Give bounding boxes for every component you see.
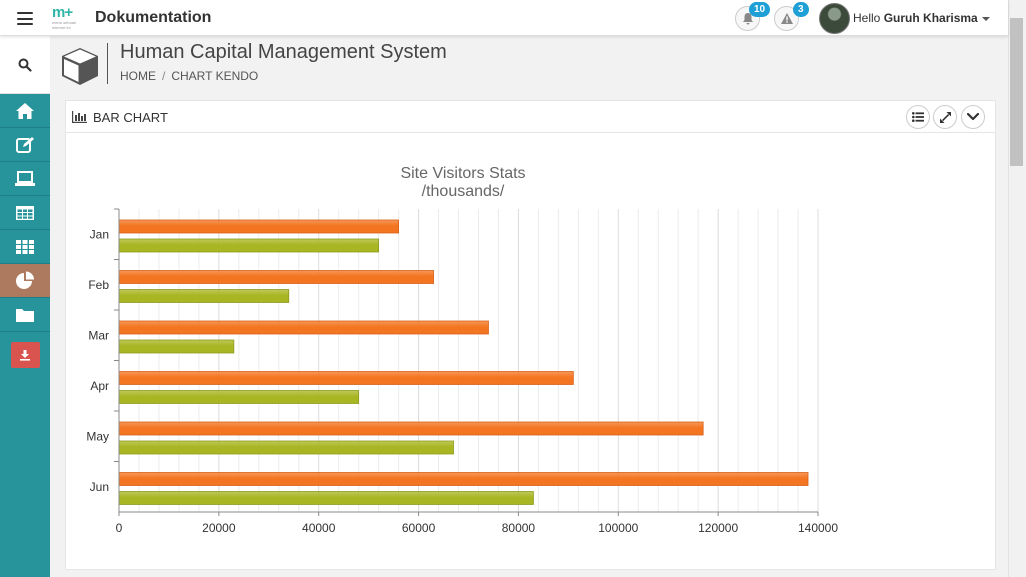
user-name: Guruh Kharisma: [883, 11, 978, 25]
grid-icon: [16, 239, 34, 254]
page-header: Human Capital Management System HOME / CHA…: [50, 36, 1008, 98]
bar-feb-series-2[interactable]: [118, 289, 290, 303]
chart-grid: [138, 209, 819, 512]
sidebar-item-files[interactable]: [0, 298, 50, 332]
bar-feb-series-1[interactable]: [118, 270, 434, 284]
cube-icon: [62, 48, 98, 85]
top-navbar: m+ menu sebuah internet ini Dokumentatio…: [0, 0, 1008, 36]
sidebar-item-download[interactable]: [0, 332, 50, 378]
bar-may-series-2[interactable]: [118, 440, 454, 455]
breadcrumb: HOME / CHART KENDO: [120, 69, 258, 83]
x-tick-label: 120000: [698, 521, 738, 535]
sidebar-item-home[interactable]: [0, 94, 50, 128]
sidebar-item-edit[interactable]: [0, 128, 50, 162]
category-label: Apr: [90, 379, 109, 393]
panel-list-button[interactable]: [906, 105, 930, 129]
category-label: Jun: [90, 480, 109, 494]
alerts-button[interactable]: 3: [774, 2, 809, 31]
page-title: Human Capital Management System: [120, 41, 447, 63]
avatar: [819, 3, 850, 34]
x-tick-label: 60000: [402, 521, 436, 535]
app-title: Dokumentation: [95, 9, 212, 26]
bar-apr-series-2[interactable]: [118, 390, 360, 404]
category-label: Mar: [88, 328, 109, 342]
bar-chart: Site Visitors Stats /thousands/ Jan Feb Ma…: [86, 165, 838, 535]
chevron-down-icon: [967, 113, 979, 121]
download-icon: [20, 350, 30, 361]
bar-apr-series-1[interactable]: [118, 371, 574, 385]
logo-mark: m+: [52, 4, 73, 21]
bar-jun-series-1[interactable]: [118, 472, 809, 486]
category-label: Jan: [90, 227, 109, 241]
sidebar-item-charts[interactable]: [0, 264, 50, 298]
panel-title: BAR CHART: [93, 110, 168, 125]
panel-header: BAR CHART: [66, 101, 995, 133]
bar-jan-series-1[interactable]: [118, 219, 400, 234]
panel-collapse-button[interactable]: [961, 105, 985, 129]
folder-icon: [16, 308, 34, 322]
x-tick-label: 140000: [798, 521, 838, 535]
chart-subtitle: /thousands/: [422, 183, 505, 200]
download-button[interactable]: [10, 342, 40, 368]
bar-may-series-1[interactable]: [118, 421, 704, 436]
sidebar-search-button[interactable]: [0, 36, 50, 94]
alert-count-badge: 3: [793, 2, 809, 17]
bar-jun-series-2[interactable]: [118, 491, 534, 505]
app-logo[interactable]: m+ menu sebuah internet ini: [52, 4, 86, 30]
bar-chart-panel: BAR CHART Site Visitors Stats /thousands…: [65, 100, 996, 570]
chart-bars: [118, 219, 809, 505]
chart-title: Site Visitors Stats: [400, 165, 525, 182]
sidebar-item-laptop[interactable]: [0, 162, 50, 196]
expand-icon: [939, 111, 951, 123]
bar-mar-series-2[interactable]: [118, 339, 235, 354]
breadcrumb-home-link[interactable]: HOME: [120, 69, 156, 83]
menu-toggle-icon[interactable]: [17, 12, 33, 25]
category-label: Feb: [88, 278, 109, 292]
breadcrumb-separator: /: [162, 69, 166, 83]
bar-jan-series-2[interactable]: [118, 238, 380, 253]
search-icon: [18, 58, 32, 72]
header-divider: [107, 43, 108, 84]
chevron-down-icon: [981, 16, 990, 21]
user-greeting: Hello Guruh Kharisma: [853, 11, 990, 25]
scrollbar-thumb[interactable]: [1010, 18, 1023, 166]
logo-tagline: menu sebuah internet ini: [52, 20, 77, 30]
edit-icon: [16, 136, 34, 153]
x-tick-label: 20000: [202, 521, 236, 535]
home-icon: [16, 102, 34, 119]
pie-chart-icon: [16, 271, 34, 289]
sidebar-item-table[interactable]: [0, 196, 50, 230]
greeting-text: Hello: [853, 11, 881, 25]
category-label: May: [86, 429, 109, 443]
x-tick-label: 0: [116, 521, 123, 535]
laptop-icon: [15, 170, 35, 186]
x-tick-label: 40000: [302, 521, 336, 535]
notifications-button[interactable]: 10: [735, 2, 771, 31]
panel-expand-button[interactable]: [933, 105, 957, 129]
bar-mar-series-1[interactable]: [118, 320, 489, 335]
table-icon: [16, 205, 34, 220]
bar-chart-icon: [72, 111, 87, 123]
list-icon: [912, 112, 924, 122]
sidebar-item-grid[interactable]: [0, 230, 50, 264]
notification-count-badge: 10: [749, 2, 771, 17]
breadcrumb-current: CHART KENDO: [171, 69, 259, 83]
warning-icon: [781, 13, 793, 24]
x-tick-label: 80000: [502, 521, 536, 535]
x-tick-label: 100000: [598, 521, 638, 535]
sidebar: [0, 36, 50, 577]
